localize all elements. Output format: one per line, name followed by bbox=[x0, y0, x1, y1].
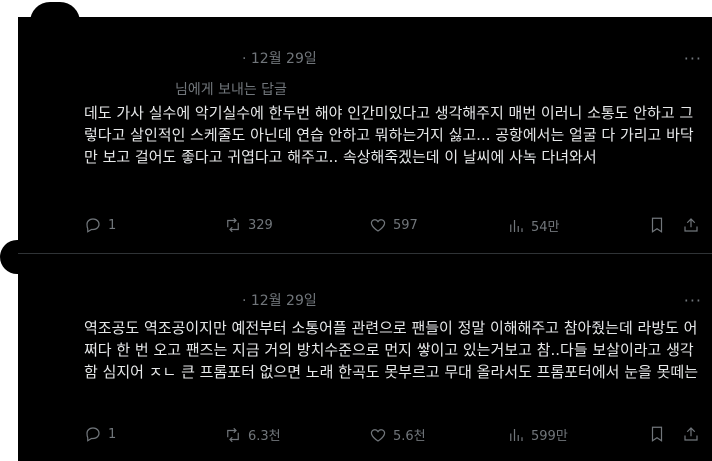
bookmark-button[interactable] bbox=[648, 216, 666, 234]
bookmark-icon bbox=[651, 217, 663, 233]
share-button[interactable] bbox=[682, 216, 700, 234]
reply-count: 1 bbox=[108, 217, 117, 233]
views-button[interactable]: 54만 bbox=[507, 216, 560, 235]
views-button[interactable]: 599만 bbox=[507, 425, 568, 444]
reply-thread-panel: · 12월 29일 ··· 님에게 보내는 답글 데도 가사 실수에 악기실수에… bbox=[18, 17, 712, 461]
more-options-button[interactable]: ··· bbox=[684, 291, 702, 310]
post-divider bbox=[18, 253, 712, 254]
reply-post[interactable]: · 12월 29일 ··· 님에게 보내는 답글 데도 가사 실수에 악기실수에… bbox=[18, 17, 712, 252]
share-icon bbox=[684, 218, 698, 232]
repost-count: 6.3천 bbox=[248, 429, 281, 444]
post-timestamp[interactable]: · 12월 29일 bbox=[242, 290, 317, 310]
like-button[interactable]: 597 bbox=[369, 216, 418, 234]
repost-count: 329 bbox=[248, 217, 273, 233]
repost-icon bbox=[227, 217, 239, 233]
bookmark-button[interactable] bbox=[648, 425, 666, 443]
reply-button[interactable]: 1 bbox=[84, 425, 116, 443]
views-count: 599만 bbox=[531, 429, 568, 444]
heart-icon bbox=[370, 219, 386, 232]
reply-count: 1 bbox=[108, 426, 117, 442]
post-actions: 1 6.3천 5.6천 599만 bbox=[84, 425, 704, 447]
reply-post[interactable]: · 12월 29일 ··· 역조공도 역조공이지만 예전부터 소통어플 관련으로… bbox=[18, 271, 712, 461]
replying-to-label[interactable]: 님에게 보내는 답글 bbox=[175, 79, 287, 99]
bookmark-icon bbox=[651, 426, 663, 442]
share-icon bbox=[684, 427, 698, 441]
views-count: 54만 bbox=[531, 220, 560, 235]
repost-button[interactable]: 6.3천 bbox=[224, 425, 281, 444]
heart-icon bbox=[370, 428, 386, 442]
views-icon bbox=[510, 219, 523, 232]
repost-icon bbox=[227, 427, 239, 442]
like-button[interactable]: 5.6천 bbox=[369, 425, 426, 444]
views-icon bbox=[510, 428, 523, 441]
post-timestamp[interactable]: · 12월 29일 bbox=[242, 48, 317, 68]
repost-button[interactable]: 329 bbox=[224, 216, 273, 234]
share-button[interactable] bbox=[682, 425, 700, 443]
like-count: 597 bbox=[393, 217, 418, 233]
reply-button[interactable]: 1 bbox=[84, 216, 116, 234]
reply-icon bbox=[86, 427, 100, 442]
post-text: 데도 가사 실수에 악기실수에 한두번 해야 인간미있다고 생각해주지 매번 이… bbox=[84, 104, 694, 166]
post-text: 역조공도 역조공이지만 예전부터 소통어플 관련으로 팬들이 정말 이해해주고 … bbox=[84, 319, 698, 381]
reply-icon bbox=[86, 218, 100, 233]
more-options-button[interactable]: ··· bbox=[684, 49, 702, 68]
post-actions: 1 329 597 54만 bbox=[84, 216, 704, 238]
like-count: 5.6천 bbox=[393, 429, 426, 444]
